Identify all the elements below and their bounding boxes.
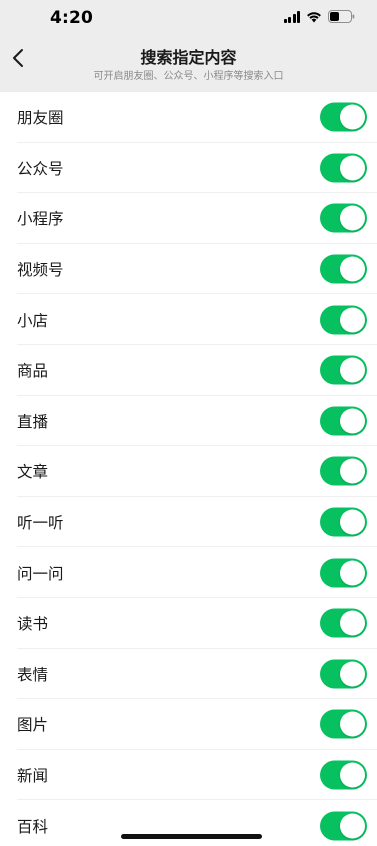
list-item: 直播 [0,395,377,447]
list-item-label: 文章 [17,463,49,482]
toggle-switch[interactable] [320,811,367,841]
list-item-label: 直播 [17,412,49,431]
list-item-label: 新闻 [17,767,49,786]
list-item: 文章 [0,446,377,497]
battery-icon [328,10,355,23]
list-item: 公众号 [0,142,377,194]
toggle-switch[interactable] [320,709,367,739]
toggle-switch[interactable] [320,558,367,588]
status-icons [283,10,356,23]
list-item-label: 朋友圈 [17,109,64,128]
page-subtitle: 可开启朋友圈、公众号、小程序等搜索入口 [93,71,284,82]
toggle-knob [340,661,365,687]
toggle-knob [340,560,365,586]
list-item-label: 百科 [17,817,49,836]
toggle-switch[interactable] [320,305,367,335]
toggle-switch[interactable] [320,203,367,233]
list-item-label: 听一听 [17,514,64,533]
toggle-switch[interactable] [320,254,367,284]
toggle-switch[interactable] [320,608,367,638]
wifi-icon [306,11,322,23]
toggle-knob [340,458,365,484]
list-item-label: 图片 [17,716,49,735]
toggle-knob [340,711,365,737]
toggle-switch[interactable] [320,406,367,436]
settings-list: 朋友圈公众号小程序视频号小店商品直播文章听一听问一问读书表情图片新闻百科 [0,92,377,846]
toggle-knob [340,104,365,130]
toggle-knob [340,256,365,282]
status-time: 4:20 [50,8,94,28]
toggle-knob [340,813,365,839]
list-item: 表情 [0,648,377,700]
toggle-switch[interactable] [320,456,367,486]
list-item-label: 读书 [17,615,49,634]
list-item: 新闻 [0,749,377,801]
list-item-label: 小程序 [17,210,64,229]
list-item: 朋友圈 [0,92,377,143]
toggle-knob [340,509,365,535]
toggle-switch[interactable] [320,153,367,183]
list-item-label: 商品 [17,362,49,381]
list-item: 问一问 [0,547,377,598]
toggle-knob [340,610,365,636]
list-item: 小店 [0,294,377,345]
toggle-knob [340,357,365,383]
list-item-label: 视频号 [17,261,64,280]
toggle-switch[interactable] [320,659,367,689]
page-title: 搜索指定内容 [140,48,237,67]
list-item: 听一听 [0,496,377,548]
cellular-signal-icon [283,10,300,23]
toggle-knob [340,205,365,231]
list-item: 图片 [0,699,377,750]
home-indicator [121,834,262,839]
toggle-switch[interactable] [320,507,367,537]
toggle-knob [340,408,365,434]
list-item: 小程序 [0,193,377,244]
toggle-knob [340,155,365,181]
list-item: 百科 [0,800,377,846]
list-item: 读书 [0,597,377,649]
toggle-knob [340,307,365,333]
list-item-label: 表情 [17,665,49,684]
list-item-label: 公众号 [17,159,64,178]
navigation-bar: 搜索指定内容 可开启朋友圈、公众号、小程序等搜索入口 [0,36,377,92]
list-item-label: 问一问 [17,564,64,583]
list-item: 视频号 [0,243,377,295]
status-bar: 4:20 [0,0,377,36]
toggle-switch[interactable] [320,102,367,132]
list-item-label: 小店 [17,311,49,330]
search-content-settings-screen: 4:20 搜索指定内容 可开启朋友圈、公众号、小程序等搜索入口 朋友圈 公众号 … [0,0,377,846]
toggle-switch[interactable] [320,760,367,790]
toggle-switch[interactable] [320,355,367,385]
list-item: 商品 [0,344,377,396]
toggle-knob [340,762,365,788]
